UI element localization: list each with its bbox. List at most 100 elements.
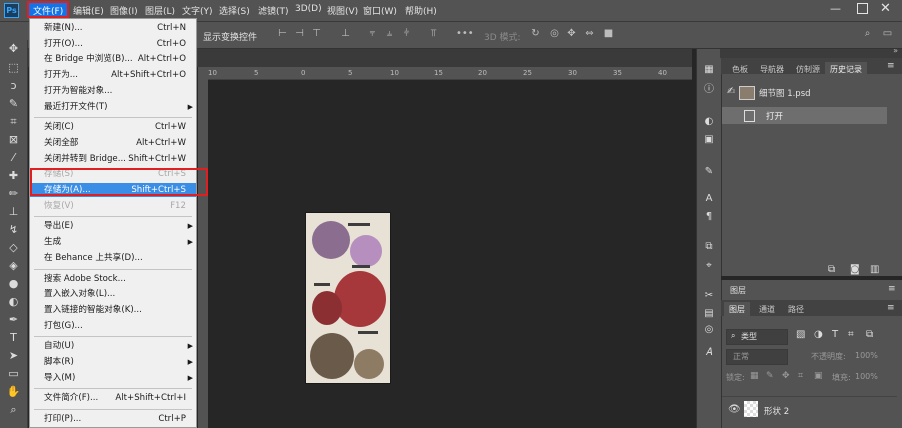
pen-tool-icon[interactable]: ✒ (6, 313, 21, 327)
distribute-middle-icon[interactable]: ⫨ (384, 28, 395, 40)
tool-presets-icon[interactable]: ✂ (702, 289, 716, 303)
eyedropper-tool-icon[interactable]: ⁄ (6, 151, 21, 165)
file-menu-item[interactable]: 脚本(R) ▶ (30, 355, 196, 369)
file-menu-item[interactable]: 置入嵌入对象(L)... (30, 287, 196, 301)
search-icon[interactable]: ⌕ (862, 28, 873, 40)
visibility-eye-icon[interactable]: 👁 (728, 404, 741, 415)
panel-menu-icon[interactable]: ≡ (887, 61, 895, 71)
blend-mode-select[interactable]: 正常 (726, 349, 788, 365)
document-canvas[interactable] (306, 213, 390, 383)
file-menu-item[interactable]: 新建(N)... Ctrl+N (30, 21, 196, 35)
move-tool-icon[interactable]: ✥ (6, 42, 21, 56)
new-document-from-state-icon[interactable]: ⧉ (828, 264, 835, 275)
3d-icon[interactable]: ◎ (702, 323, 716, 337)
file-menu-item[interactable]: 导出(E) ▶ (30, 219, 196, 233)
distribute-left-icon[interactable]: ⫪ (428, 28, 439, 40)
file-menu-item[interactable]: 打开(O)... Ctrl+O (30, 37, 196, 51)
file-menu-item[interactable]: 生成 ▶ (30, 235, 196, 249)
history-snapshot-row[interactable]: ✍ 细节图 1.psd (725, 84, 897, 102)
tab-clone-source[interactable]: 仿制源 (791, 62, 825, 77)
lock-all-icon[interactable]: ▣ (814, 371, 823, 381)
character-icon[interactable]: A (702, 192, 716, 206)
blur-tool-icon[interactable]: ● (6, 277, 21, 291)
type-tool-icon[interactable]: T (6, 331, 21, 345)
clone-source-icon[interactable]: ⧉ (702, 240, 716, 254)
path-selection-tool-icon[interactable]: ➤ (6, 349, 21, 363)
menu-edit[interactable]: 编辑(E) (73, 4, 104, 17)
lock-image-icon[interactable]: ✎ (766, 371, 774, 381)
tab-layers[interactable]: 图层 (724, 302, 750, 317)
filter-adjustment-icon[interactable]: ◑ (814, 329, 823, 340)
panel-menu-icon[interactable]: ≡ (888, 284, 896, 294)
align-right-icon[interactable]: ⊤ (311, 28, 322, 40)
dodge-tool-icon[interactable]: ◐ (6, 295, 21, 309)
minimize-button[interactable]: — (830, 2, 841, 15)
lock-transparent-icon[interactable]: ▦ (750, 371, 759, 381)
filter-pixel-icon[interactable]: ▧ (796, 329, 805, 340)
tab-paths[interactable]: 路径 (783, 302, 809, 317)
libraries-icon[interactable]: ▤ (702, 307, 716, 321)
show-transform-controls-label[interactable]: 显示变换控件 (203, 30, 257, 43)
workspace-icon[interactable]: ▭ (882, 28, 893, 40)
menu-view[interactable]: 视图(V) (327, 4, 358, 17)
brush-settings-icon[interactable]: ✎ (702, 165, 716, 179)
file-menu-item[interactable]: 打印(P)... Ctrl+P (30, 412, 196, 426)
3d-roll-icon[interactable]: ◎ (549, 28, 560, 40)
maximize-button[interactable] (857, 3, 868, 14)
file-menu-item[interactable]: 打包(G)... (30, 319, 196, 333)
align-top-icon[interactable]: ⊥ (340, 28, 351, 40)
menu-layer[interactable]: 图层(L) (145, 4, 175, 17)
properties-icon[interactable]: ⓘ (702, 83, 716, 97)
tab-swatches[interactable]: 色板 (727, 62, 753, 77)
tab-history[interactable]: 历史记录 (825, 62, 867, 77)
frame-tool-icon[interactable]: ⊠ (6, 133, 21, 147)
file-menu-item[interactable]: 关闭全部 Alt+Ctrl+W (30, 136, 196, 150)
styles-icon[interactable]: ▣ (702, 133, 716, 147)
lasso-tool-icon[interactable]: ↄ (6, 79, 21, 93)
menu-3d[interactable]: 3D(D) (295, 4, 322, 14)
distribute-bottom-icon[interactable]: ⫩ (401, 28, 412, 40)
menu-window[interactable]: 窗口(W) (363, 4, 397, 17)
fill-value[interactable]: 100% (855, 372, 878, 381)
align-left-icon[interactable]: ⊢ (277, 28, 288, 40)
menu-select[interactable]: 选择(S) (219, 4, 250, 17)
eraser-tool-icon[interactable]: ◇ (6, 241, 21, 255)
distribute-top-icon[interactable]: ⫧ (367, 28, 378, 40)
file-menu-item[interactable]: 打开为... Alt+Shift+Ctrl+O (30, 68, 196, 82)
brush-tool-icon[interactable]: ✏ (6, 187, 21, 201)
more-options-icon[interactable]: ••• (456, 28, 474, 40)
healing-brush-tool-icon[interactable]: ✚ (6, 169, 21, 183)
file-menu-item[interactable]: 关闭(C) Ctrl+W (30, 120, 196, 134)
filter-shape-icon[interactable]: ⌗ (848, 329, 854, 340)
file-menu-item[interactable]: 自动(U) ▶ (30, 339, 196, 353)
3d-slide-icon[interactable]: ⇔ (584, 28, 595, 40)
adjustments-icon[interactable]: ◐ (702, 115, 716, 129)
camera-icon[interactable]: ◙ (850, 264, 860, 275)
file-menu-item[interactable]: 打开为智能对象... (30, 84, 196, 98)
marquee-tool-icon[interactable]: ⬚ (6, 61, 21, 75)
hand-tool-icon[interactable]: ✋ (6, 385, 21, 399)
trash-icon[interactable]: ▥ (870, 264, 879, 275)
filter-type-icon[interactable]: T (832, 329, 838, 340)
tab-channels[interactable]: 通道 (754, 302, 780, 317)
panel-collapse-strip[interactable]: » (720, 46, 902, 58)
quick-selection-tool-icon[interactable]: ✎ (6, 97, 21, 111)
align-center-icon[interactable]: ⊣ (294, 28, 305, 40)
swatches-icon[interactable]: ⌖ (702, 259, 716, 273)
history-state-row[interactable]: 打开 (722, 107, 887, 124)
menu-filter[interactable]: 滤镜(T) (258, 4, 289, 17)
file-menu-item[interactable]: 置入链接的智能对象(K)... (30, 303, 196, 317)
info-icon[interactable]: ▦ (702, 63, 716, 77)
3d-camera-icon[interactable]: ■ (603, 28, 614, 40)
panel-menu-icon[interactable]: ≡ (887, 303, 895, 313)
menu-image[interactable]: 图像(I) (110, 4, 138, 17)
3d-orbit-icon[interactable]: ↻ (530, 28, 541, 40)
lock-position-icon[interactable]: ✥ (782, 371, 790, 381)
file-menu-item[interactable]: 导入(M) ▶ (30, 371, 196, 385)
filter-smart-object-icon[interactable]: ⧉ (866, 329, 873, 340)
file-menu-item[interactable]: 在 Behance 上共享(D)... (30, 251, 196, 265)
crop-tool-icon[interactable]: ⌗ (6, 115, 21, 129)
file-menu-item[interactable]: 最近打开文件(T) ▶ (30, 100, 196, 114)
3d-pan-icon[interactable]: ✥ (566, 28, 577, 40)
menu-help[interactable]: 帮助(H) (405, 4, 437, 17)
